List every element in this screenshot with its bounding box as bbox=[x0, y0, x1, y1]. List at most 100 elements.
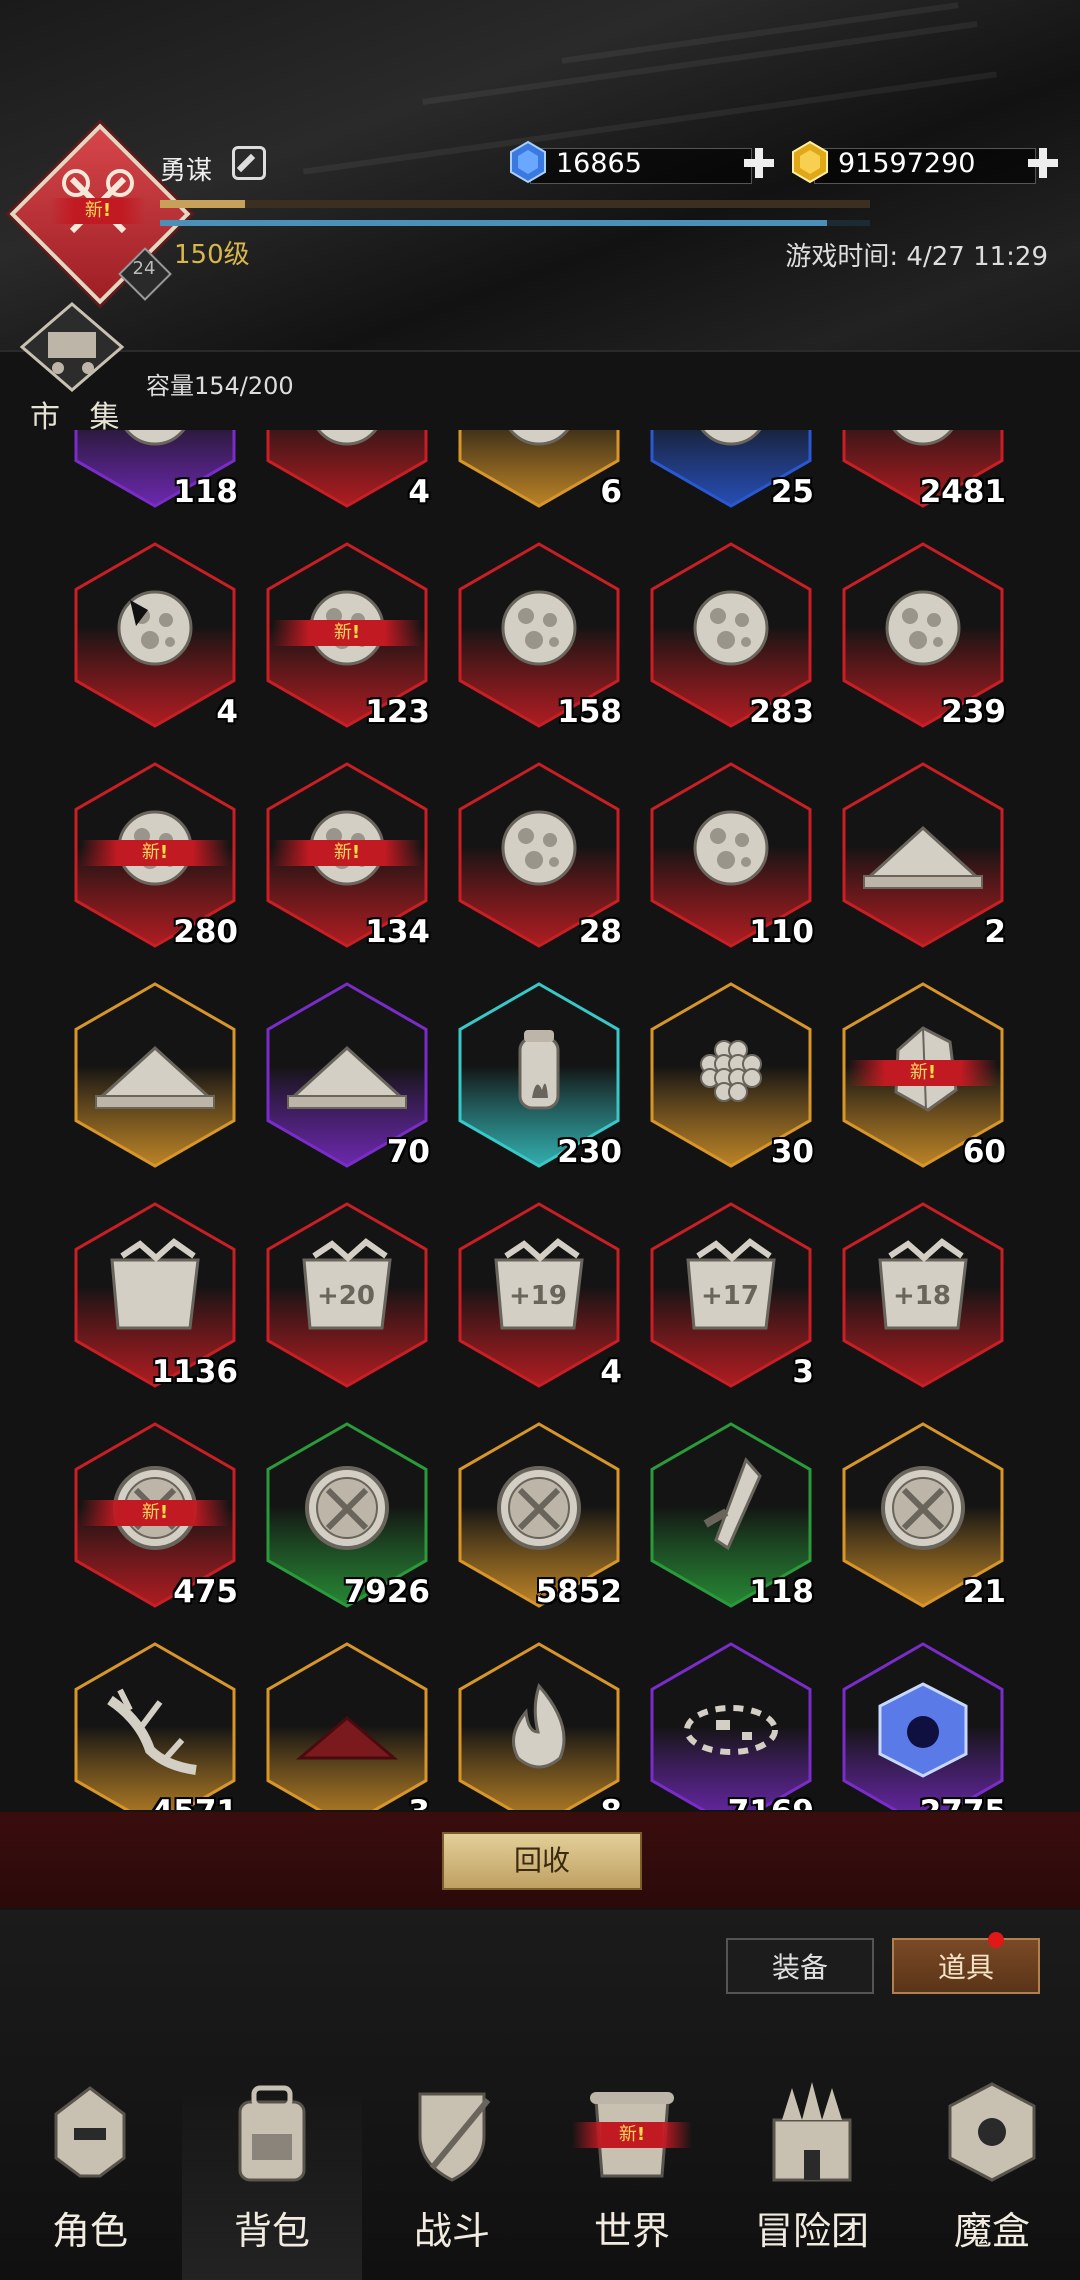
gold-gem-icon bbox=[792, 140, 828, 184]
item-count: 6 bbox=[600, 474, 622, 510]
item-count: 4 bbox=[216, 694, 238, 730]
item-slot[interactable] bbox=[70, 980, 240, 1170]
item-slot[interactable]: +19 4 bbox=[454, 1200, 624, 1390]
item-slot[interactable]: 新! 60 bbox=[838, 980, 1008, 1170]
svg-text:+18: +18 bbox=[893, 1281, 951, 1311]
new-tag: 新! bbox=[272, 620, 422, 646]
item-slot[interactable]: 239 bbox=[838, 540, 1008, 730]
item-slot[interactable]: 新! 475 bbox=[70, 1420, 240, 1610]
item-count: 3 bbox=[792, 1354, 814, 1390]
item-slot[interactable]: 8 bbox=[454, 1640, 624, 1810]
nav-label: 战斗 bbox=[413, 2209, 490, 2253]
rock-icon bbox=[458, 430, 620, 508]
item-slot[interactable]: 7926 bbox=[262, 1420, 432, 1610]
nav-item-4[interactable]: 冒险团 bbox=[722, 2080, 902, 2280]
item-count: 4 bbox=[408, 474, 430, 510]
item-slot[interactable]: 4 bbox=[70, 540, 240, 730]
item-slot[interactable]: +18 bbox=[838, 1200, 1008, 1390]
player-level: 150级 bbox=[174, 240, 250, 270]
magic-box-icon bbox=[948, 2082, 1036, 2182]
item-slot[interactable]: 5852 bbox=[454, 1420, 624, 1610]
svg-text:+17: +17 bbox=[701, 1281, 759, 1311]
nav-item-1[interactable]: 背包 bbox=[182, 2080, 362, 2280]
item-slot[interactable]: 新! 280 bbox=[70, 760, 240, 950]
add-gold-button[interactable] bbox=[1026, 146, 1060, 180]
sand-pile-icon bbox=[842, 762, 1004, 948]
flame-icon bbox=[458, 1642, 620, 1810]
rock-icon bbox=[266, 430, 428, 508]
nav-item-3[interactable]: 新! 世界 bbox=[542, 2080, 722, 2280]
item-slot[interactable]: 2481 bbox=[838, 430, 1008, 510]
item-slot[interactable]: 30 bbox=[646, 980, 816, 1170]
item-count: 239 bbox=[941, 694, 1006, 730]
nav-label: 冒险团 bbox=[754, 2209, 869, 2253]
castle-icon bbox=[772, 2082, 852, 2182]
scroll-plus19-icon: +19 bbox=[458, 1202, 620, 1388]
bottom-nav: 角色 背包 战斗 新! 世界 冒险团 魔盒 bbox=[0, 2080, 1080, 2280]
item-slot[interactable]: 110 bbox=[646, 760, 816, 950]
nav-item-2[interactable]: 战斗 bbox=[362, 2080, 542, 2280]
tab-items[interactable]: 道具 bbox=[892, 1938, 1040, 1994]
rarity-frame bbox=[74, 1642, 236, 1810]
player-name: 勇谋 bbox=[160, 156, 213, 186]
item-slot[interactable]: 3 bbox=[262, 1640, 432, 1810]
nav-label: 角色 bbox=[51, 2209, 128, 2253]
recycle-button[interactable]: 回收 bbox=[442, 1832, 642, 1890]
item-slot[interactable]: 230 bbox=[454, 980, 624, 1170]
item-count: 230 bbox=[557, 1134, 622, 1170]
item-count: 4571 bbox=[152, 1794, 238, 1810]
new-tag-text: 新 bbox=[141, 1502, 160, 1523]
item-slot[interactable]: 7169 bbox=[646, 1640, 816, 1810]
item-count: 2481 bbox=[919, 474, 1006, 510]
item-slot[interactable]: 158 bbox=[454, 540, 624, 730]
item-grid: 118 4 6 25 2481 4 新! 123 158 283 239 新! 28… bbox=[0, 430, 1080, 1810]
item-count: 2775 bbox=[920, 1794, 1006, 1810]
item-slot[interactable]: 118 bbox=[70, 430, 240, 510]
add-gems-button[interactable] bbox=[742, 146, 776, 180]
new-tag-text: 新 bbox=[909, 1062, 928, 1083]
backpack-icon bbox=[238, 2085, 306, 2182]
item-slot[interactable]: 新! 123 bbox=[262, 540, 432, 730]
item-count: 70 bbox=[386, 1134, 430, 1170]
nav-item-5[interactable]: 魔盒 bbox=[902, 2080, 1080, 2280]
item-slot[interactable]: +17 3 bbox=[646, 1200, 816, 1390]
item-count: 2 bbox=[984, 914, 1006, 950]
item-slot[interactable]: 21 bbox=[838, 1420, 1008, 1610]
item-slot[interactable]: 新! 134 bbox=[262, 760, 432, 950]
level-badge-number: 24 bbox=[132, 258, 156, 279]
item-slot[interactable]: 28 bbox=[454, 760, 624, 950]
new-tag: 新! bbox=[80, 1500, 230, 1526]
scroll-plus17-icon: +17 bbox=[650, 1202, 812, 1388]
item-slot[interactable]: 118 bbox=[646, 1420, 816, 1610]
item-count: 134 bbox=[365, 914, 430, 950]
item-slot[interactable]: 4571 bbox=[70, 1640, 240, 1810]
nav-item-0[interactable]: 角色 bbox=[0, 2080, 180, 2280]
edit-name-icon[interactable] bbox=[232, 146, 266, 180]
item-slot[interactable]: 25 bbox=[646, 430, 816, 510]
item-slot[interactable]: 6 bbox=[454, 430, 624, 510]
item-slot[interactable]: 70 bbox=[262, 980, 432, 1170]
item-count: 7169 bbox=[728, 1794, 814, 1810]
item-slot[interactable]: 2775 bbox=[838, 1640, 1008, 1810]
item-count: 7926 bbox=[343, 1574, 430, 1610]
new-tag: 新! bbox=[272, 840, 422, 866]
item-count: 283 bbox=[749, 694, 814, 730]
item-slot[interactable]: 1136 bbox=[70, 1200, 240, 1390]
item-count: 123 bbox=[365, 694, 430, 730]
item-slot[interactable]: 4 bbox=[262, 430, 432, 510]
item-count: 475 bbox=[173, 1574, 238, 1610]
red-powder-icon bbox=[266, 1642, 428, 1810]
item-count: 158 bbox=[557, 694, 622, 730]
player-new-tag: 新! bbox=[50, 198, 146, 224]
item-slot[interactable]: 2 bbox=[838, 760, 1008, 950]
item-count: 118 bbox=[173, 474, 238, 510]
debris-icon bbox=[650, 1642, 812, 1810]
tab-equipment[interactable]: 装备 bbox=[726, 1938, 874, 1994]
item-slot[interactable]: +20 bbox=[262, 1200, 432, 1390]
item-slot[interactable]: 283 bbox=[646, 540, 816, 730]
market-cart-icon[interactable] bbox=[18, 302, 126, 392]
scroll-plus18-icon: +18 bbox=[842, 1202, 1004, 1388]
item-count: 30 bbox=[770, 1134, 814, 1170]
nav-new-tag: 新! bbox=[572, 2122, 692, 2148]
gold-count: 91597290 bbox=[838, 148, 976, 179]
